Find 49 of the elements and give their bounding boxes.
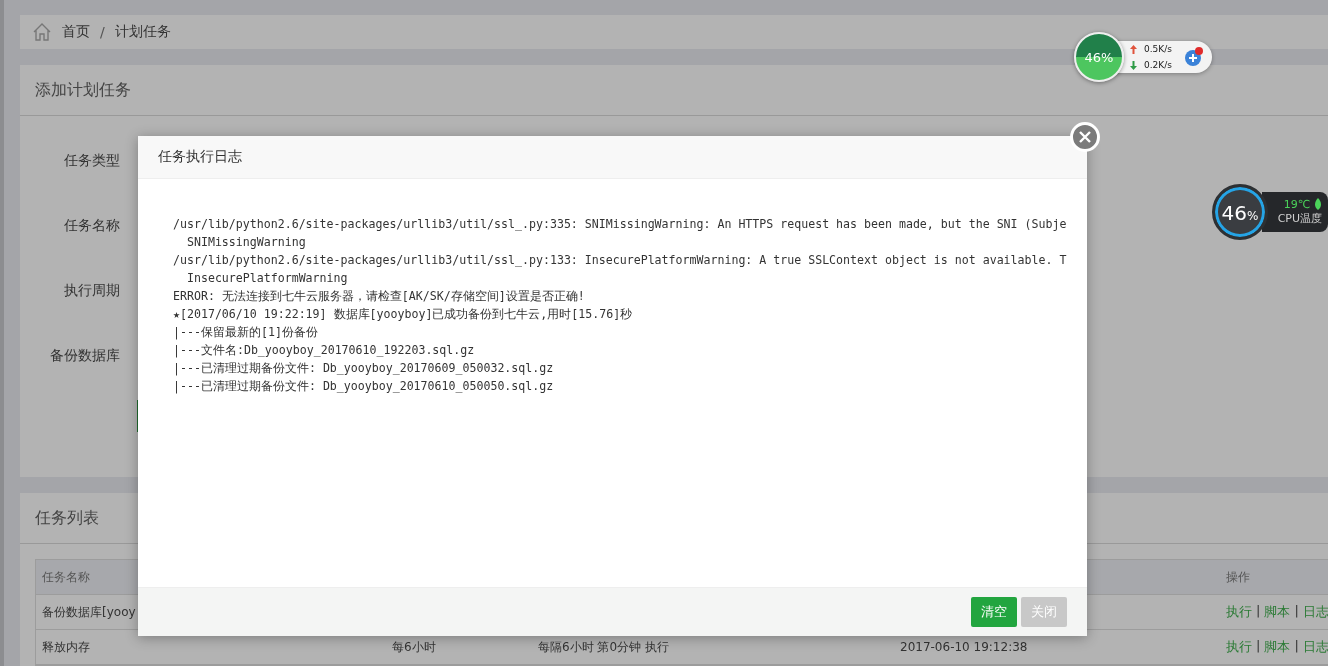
table-cell-text: 每6小时: [391, 638, 437, 656]
action-link[interactable]: 脚本: [1264, 638, 1291, 656]
log-line: /usr/lib/python2.6/site-packages/urllib3/util/ssl_.py:335: SNIMissingWarning: An HTTPS request has been made, but the SNI (Subje: [173, 216, 1067, 233]
action-link[interactable]: 脚本: [1264, 603, 1291, 621]
field-label: 任务名称: [63, 217, 120, 235]
link-separator: |: [1294, 638, 1299, 655]
log-line: |---已清理过期备份文件: Db_yooyboy_20170609_050032.sql.gz: [173, 360, 554, 377]
table-cell-text: 备份数据库[yooy: [41, 603, 137, 621]
clear-button[interactable]: 清空: [971, 597, 1017, 627]
cpu-percent: 46: [1221, 201, 1247, 225]
log-line: ★[2017/06/10 19:22:19] 数据库[yooyboy]已成功备份到七牛云,用时[15.76]秒: [173, 306, 633, 323]
field-label: 任务类型: [63, 152, 120, 170]
field-label: 执行周期: [63, 282, 120, 300]
action-link[interactable]: 日志: [1302, 603, 1328, 621]
log-line: InsecurePlatformWarning: [185, 270, 348, 287]
log-line: ERROR: 无法连接到七牛云服务器，请检查[AK/SK/存储空间]设置是否正确!: [173, 288, 585, 305]
breadcrumb-current: 计划任务: [114, 23, 171, 41]
download-speed: 0.2K/s: [1144, 60, 1173, 70]
cpu-temperature-label: CPU温度: [1277, 211, 1322, 226]
action-link[interactable]: 日志: [1302, 638, 1328, 656]
table-cell-text: 2017-06-10 19:12:38: [899, 640, 1029, 654]
link-separator: |: [1256, 638, 1261, 655]
breadcrumb-separator: /: [100, 24, 105, 40]
home-icon[interactable]: [32, 22, 52, 42]
column-header: 操作: [1226, 568, 1251, 586]
panel-title: 任务列表: [35, 507, 99, 529]
temperature-reading: 19℃: [1283, 198, 1310, 211]
log-line: |---文件名:Db_yooyboy_20170610_192203.sql.gz: [173, 342, 475, 359]
upload-speed: 0.5K/s: [1144, 44, 1173, 54]
upload-arrow-icon: [1130, 44, 1137, 54]
dialog-title: 任务执行日志: [158, 148, 242, 166]
column-header: 任务名称: [41, 568, 91, 586]
field-label: 备份数据库: [49, 347, 120, 365]
log-line: |---已清理过期备份文件: Db_yooyboy_20170610_050050.sql.gz: [173, 378, 554, 395]
plus-icon[interactable]: [1184, 47, 1204, 67]
log-line: |---保留最新的[1]份备份: [173, 324, 318, 341]
percent-unit: %: [1247, 209, 1259, 223]
action-link[interactable]: 执行: [1226, 603, 1252, 621]
log-line: SNIMissingWarning: [185, 234, 306, 251]
log-line: /usr/lib/python2.6/site-packages/urllib3/util/ssl_.py:133: InsecurePlatformWarning: A true SSLContext object is not available. T: [173, 252, 1067, 269]
leaf-icon: [1314, 198, 1322, 211]
breadcrumb-link[interactable]: 首页: [62, 23, 90, 41]
link-separator: |: [1256, 603, 1261, 620]
table-cell-text: 每隔6小时 第0分钟 执行: [537, 638, 670, 656]
panel-title: 添加计划任务: [35, 79, 131, 101]
action-link[interactable]: 执行: [1226, 638, 1252, 656]
table-cell-text: 释放内存: [41, 638, 91, 656]
link-separator: |: [1294, 603, 1299, 620]
download-arrow-icon: [1130, 60, 1137, 70]
